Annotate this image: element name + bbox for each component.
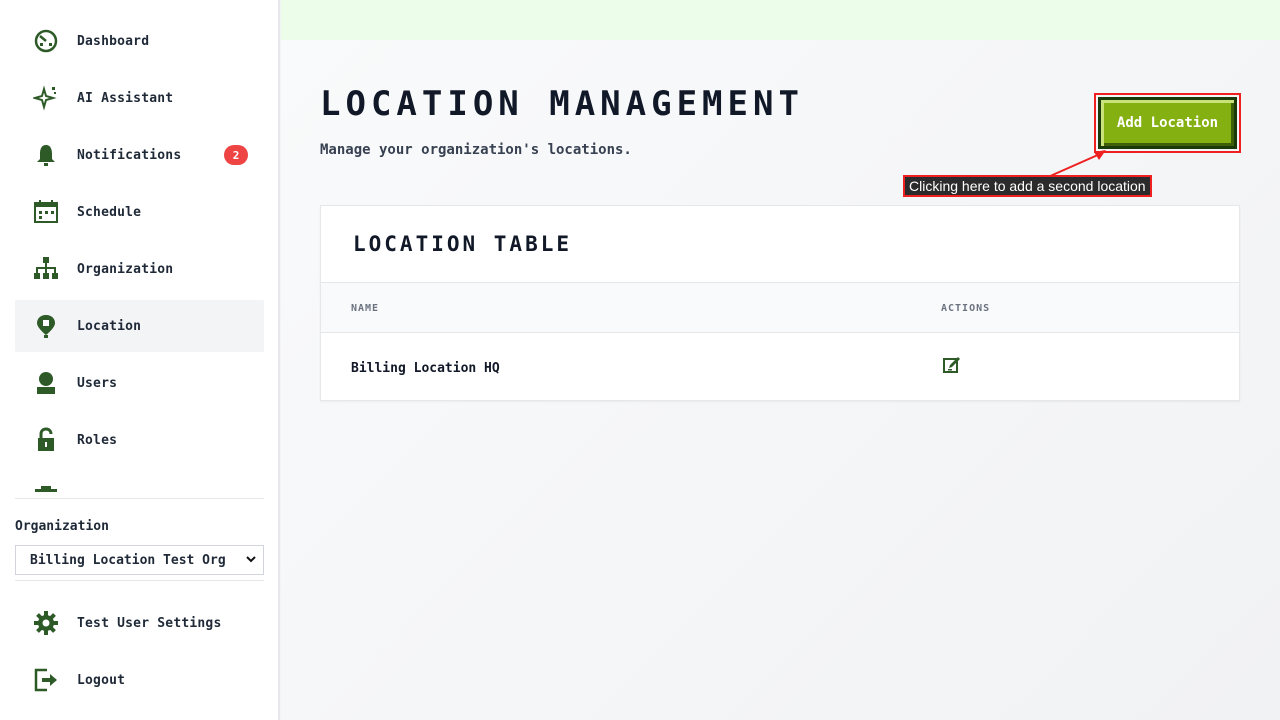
sidebar-item-label: Location [77,318,142,334]
table-title: LOCATION TABLE [353,232,573,256]
sidebar-item-label: Dashboard [77,33,150,49]
sidebar-item-partial[interactable] [15,471,264,495]
sidebar-item-label: Schedule [77,204,142,220]
sidebar-item-label: Organization [77,261,174,277]
sidebar-divider [15,498,264,499]
notification-count-badge: 2 [224,145,248,165]
sidebar-nav: Dashboard AI Assistant Notifications 2 S… [15,15,264,495]
page-title: LOCATION MANAGEMENT [320,84,804,124]
edit-icon[interactable] [943,356,961,374]
chevron-down-icon [246,556,256,563]
location-table-card: LOCATION TABLE NAME ACTIONS Billing Loca… [320,205,1240,401]
sidebar-item-ai-assistant[interactable]: AI Assistant [15,72,264,124]
gear-icon [32,609,60,637]
table-row: Billing Location HQ [321,334,1239,401]
sidebar-item-label: AI Assistant [77,90,174,106]
annotation-callout: Clicking here to add a second location [903,175,1152,197]
top-banner [281,0,1280,40]
location-pin-icon [32,312,60,340]
sidebar-bottom-nav: Test User Settings Logout [15,597,264,711]
sidebar-item-label: Users [77,375,118,391]
dashboard-icon [32,27,60,55]
sidebar-item-label: Roles [77,432,118,448]
sidebar-item-location[interactable]: Location [15,300,264,352]
organization-select-value: Billing Location Test Org [30,552,226,568]
bell-icon [32,141,60,169]
sparkle-icon [32,84,60,112]
sidebar-item-roles[interactable]: Roles [15,414,264,466]
org-chart-icon [32,255,60,283]
partial-icon [32,483,60,495]
organization-select[interactable]: Billing Location Test Org [15,545,264,575]
sidebar-item-label: Logout [77,672,126,688]
location-name-cell: Billing Location HQ [351,361,500,376]
calendar-icon [32,198,60,226]
sidebar-item-schedule[interactable]: Schedule [15,186,264,238]
sidebar-item-users[interactable]: Users [15,357,264,409]
organization-label: Organization [15,519,109,534]
sidebar-item-organization[interactable]: Organization [15,243,264,295]
sidebar-item-label: Test User Settings [77,615,222,631]
sidebar-item-settings[interactable]: Test User Settings [15,597,264,649]
column-header-name: NAME [351,303,380,314]
user-icon [32,369,60,397]
sidebar-divider [15,580,264,581]
sidebar-item-logout[interactable]: Logout [15,654,264,706]
page-subtitle: Manage your organization's locations. [320,142,632,158]
lock-icon [32,426,60,454]
table-header: NAME ACTIONS [321,282,1239,333]
logout-icon [32,666,60,694]
sidebar-item-label: Notifications [77,147,182,163]
sidebar-item-notifications[interactable]: Notifications 2 [15,129,264,181]
sidebar-item-dashboard[interactable]: Dashboard [15,15,264,67]
column-header-actions: ACTIONS [941,303,991,314]
sidebar: Dashboard AI Assistant Notifications 2 S… [0,0,280,720]
